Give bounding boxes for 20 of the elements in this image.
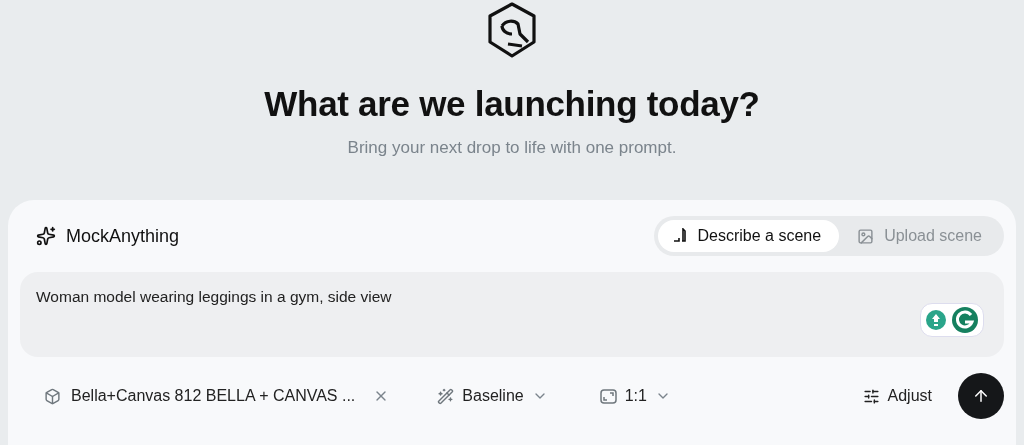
product-label: Bella+Canvas 812 BELLA + CANVAS ... bbox=[71, 387, 356, 405]
bulb-icon bbox=[925, 309, 947, 331]
prompt-text: Woman model wearing leggings in a gym, side view bbox=[36, 288, 392, 305]
grammar-icon bbox=[951, 306, 979, 334]
page-subtitle: Bring your next drop to life with one prompt. bbox=[347, 138, 677, 158]
sliders-icon bbox=[862, 387, 880, 405]
image-icon bbox=[857, 227, 875, 245]
cube-icon bbox=[44, 387, 61, 405]
page-title: What are we launching today? bbox=[264, 84, 760, 124]
aspect-ratio-icon bbox=[599, 388, 617, 404]
brand-name: MockAnything bbox=[66, 225, 180, 247]
mode-tab[interactable]: Describe a scene bbox=[657, 220, 840, 252]
grammar-widget[interactable] bbox=[920, 303, 984, 337]
ratio-dropdown[interactable]: 1:1 bbox=[599, 387, 671, 405]
adjust-button[interactable]: Adjust bbox=[862, 387, 932, 405]
style-dropdown[interactable]: Baseline bbox=[437, 387, 548, 405]
prompt-field[interactable]: Woman model wearing leggings in a gym, side view bbox=[20, 272, 1004, 357]
sparkle-icon bbox=[36, 226, 56, 246]
magic-wand-icon bbox=[437, 387, 455, 405]
send-button[interactable] bbox=[958, 373, 1004, 419]
